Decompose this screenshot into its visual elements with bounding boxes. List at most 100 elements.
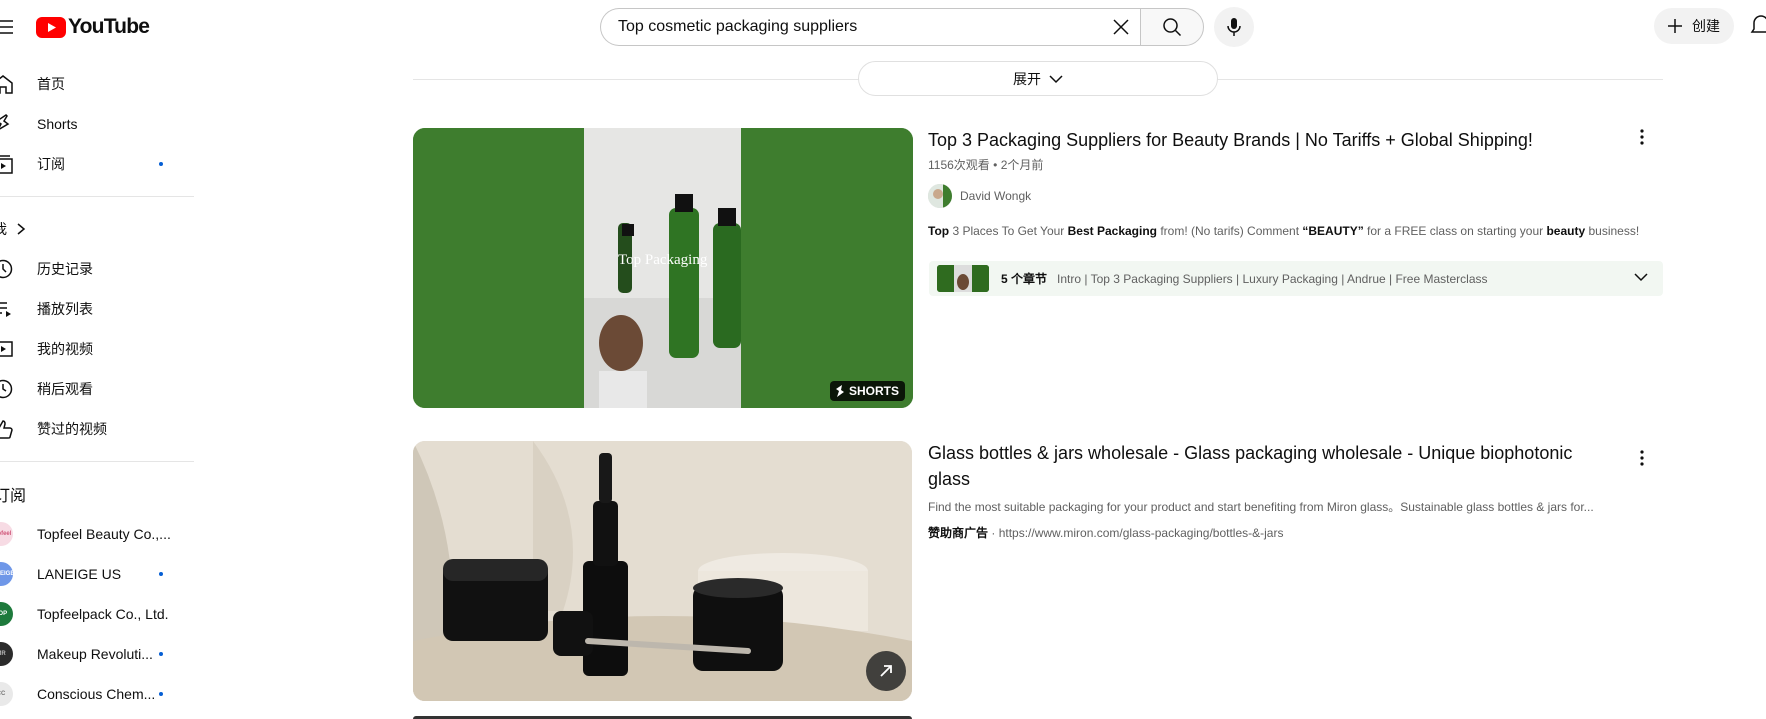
search-box	[600, 8, 1140, 46]
video-description: Top 3 Places To Get Your Best Packaging …	[928, 224, 1639, 238]
new-content-dot	[159, 652, 163, 656]
sidebar-item-home[interactable]: 首页	[0, 64, 196, 104]
view-count: 1156次观看	[928, 158, 990, 172]
upload-age: 2个月前	[1000, 158, 1044, 172]
chevron-down-icon	[1634, 273, 1648, 282]
shorts-icon	[835, 385, 844, 397]
shorts-icon	[0, 114, 10, 130]
channel-avatar: CC	[0, 682, 13, 706]
channel-name: LANEIGE US	[37, 566, 122, 582]
video-title[interactable]: Top 3 Packaging Suppliers for Beauty Bra…	[928, 127, 1628, 153]
search-icon	[1163, 18, 1182, 37]
home-icon	[0, 75, 13, 94]
sidebar-item-label: 订阅	[37, 156, 65, 172]
chevron-down-icon	[1049, 74, 1063, 83]
desc-text: business!	[1585, 224, 1640, 238]
video-meta: 1156次观看 • 2个月前	[928, 156, 1043, 173]
channel-name: Conscious Chem...	[37, 686, 156, 702]
ad-menu-button[interactable]	[1630, 446, 1654, 470]
more-vertical-icon	[1640, 129, 1644, 145]
channel-name: Makeup Revoluti...	[37, 646, 153, 662]
sidebar-channel-conscious-chemist[interactable]: CC Conscious Chem...	[0, 674, 196, 714]
sidebar: 首页 Shorts 订阅 我 历史记录 播放列表 我的视频 稍后观看 赞过的视频…	[0, 56, 196, 714]
sidebar-item-label: 赞过的视频	[37, 421, 107, 437]
sidebar-item-label: 播放列表	[37, 301, 93, 317]
channel-avatar	[928, 184, 952, 208]
channel-name: David Wongk	[960, 189, 1032, 203]
desc-highlight: Top	[928, 224, 950, 238]
shorts-badge: SHORTS	[829, 381, 905, 401]
sidebar-item-label: 历史记录	[37, 261, 93, 277]
search-button[interactable]	[1140, 8, 1204, 46]
ad-title[interactable]: Glass bottles & jars wholesale - Glass p…	[928, 440, 1593, 492]
youtube-logo[interactable]: YouTube	[36, 15, 150, 39]
sidebar-divider	[0, 461, 194, 462]
shorts-badge-label: SHORTS	[848, 384, 899, 398]
logo-text: YouTube	[68, 15, 150, 38]
meta-separator: ·	[991, 526, 999, 540]
video-menu-button[interactable]	[1630, 125, 1654, 149]
channel-avatar: Topfeel	[0, 522, 13, 546]
sidebar-item-label: 首页	[37, 76, 65, 92]
desc-text: from! (No tarifs) Comment	[1157, 224, 1303, 238]
your-videos-icon	[0, 341, 13, 357]
sidebar-channel-topfeel-beauty[interactable]: Topfeel Topfeel Beauty Co.,...	[0, 514, 196, 554]
desc-highlight: “BEAUTY”	[1302, 224, 1364, 238]
voice-search-button[interactable]	[1214, 7, 1254, 47]
more-vertical-icon	[1640, 450, 1644, 466]
channel-link[interactable]: David Wongk	[928, 184, 1031, 208]
video-thumbnail[interactable]: Top Packaging SHORTS	[413, 128, 913, 408]
search-input[interactable]	[616, 17, 1102, 37]
desc-highlight: beauty	[1546, 224, 1586, 238]
sidebar-subscriptions-heading: 订阅	[0, 474, 196, 514]
you-heading-label: 我	[0, 219, 7, 239]
clear-search-button[interactable]	[1102, 8, 1140, 46]
new-content-dot	[159, 572, 163, 576]
meta-separator: •	[993, 158, 1001, 172]
sidebar-channel-topfeelpack[interactable]: TOP Topfeelpack Co., Ltd.	[0, 594, 196, 634]
sidebar-you-heading[interactable]: 我	[0, 209, 196, 249]
sponsor-label: 赞助商广告	[928, 526, 989, 540]
channel-avatar: LANEIGE	[0, 562, 13, 586]
thumbnail-image	[413, 441, 912, 701]
sidebar-item-watch-later[interactable]: 稍后观看	[0, 369, 196, 409]
expand-filters-button[interactable]: 展开	[858, 61, 1218, 96]
sidebar-channel-laneige[interactable]: LANEIGE LANEIGE US	[0, 554, 196, 594]
desc-highlight: Best Packaging	[1067, 224, 1158, 238]
history-icon	[0, 259, 13, 279]
sidebar-item-shorts[interactable]: Shorts	[0, 104, 196, 144]
desc-text: for a FREE class on starting your	[1363, 224, 1547, 238]
channel-name: Topfeel Beauty Co.,...	[37, 526, 171, 542]
youtube-play-logo-icon	[36, 16, 66, 38]
ad-thumbnail[interactable]	[413, 441, 912, 701]
create-label: 创建	[1692, 18, 1720, 34]
sidebar-item-your-videos[interactable]: 我的视频	[0, 329, 196, 369]
subscriptions-icon	[0, 155, 13, 174]
sidebar-item-liked-videos[interactable]: 赞过的视频	[0, 409, 196, 449]
open-external-icon[interactable]	[866, 651, 906, 691]
top-bar: YouTube 创建	[0, 0, 1766, 56]
new-content-dot	[159, 692, 163, 696]
channel-avatar: MR	[0, 642, 13, 666]
search-bar	[600, 7, 1204, 47]
sidebar-item-label: 我的视频	[37, 341, 93, 357]
notifications-bell-icon[interactable]	[1750, 14, 1766, 38]
desc-text: 3 Places To Get Your	[949, 224, 1068, 238]
sidebar-channel-makeup-revolution[interactable]: MR Makeup Revoluti...	[0, 634, 196, 674]
create-button[interactable]: 创建	[1654, 8, 1734, 44]
watch-later-icon	[0, 379, 13, 399]
thumbnail-caption: Top Packaging	[618, 252, 708, 268]
ad-url[interactable]: https://www.miron.com/glass-packaging/bo…	[999, 526, 1284, 540]
sidebar-item-label: 稍后观看	[37, 381, 93, 397]
close-icon	[1113, 19, 1129, 35]
sidebar-item-history[interactable]: 历史记录	[0, 249, 196, 289]
channel-name: Topfeelpack Co., Ltd.	[37, 606, 169, 622]
sidebar-item-label: Shorts	[37, 116, 78, 132]
sidebar-divider	[0, 196, 194, 197]
chapters-bar[interactable]: 5 个章节 Intro | Top 3 Packaging Suppliers …	[929, 261, 1663, 296]
menu-icon[interactable]	[0, 16, 16, 38]
sidebar-item-subscriptions[interactable]: 订阅	[0, 144, 196, 184]
expand-label: 展开	[1013, 70, 1041, 87]
sidebar-item-playlists[interactable]: 播放列表	[0, 289, 196, 329]
new-content-dot	[159, 162, 163, 166]
